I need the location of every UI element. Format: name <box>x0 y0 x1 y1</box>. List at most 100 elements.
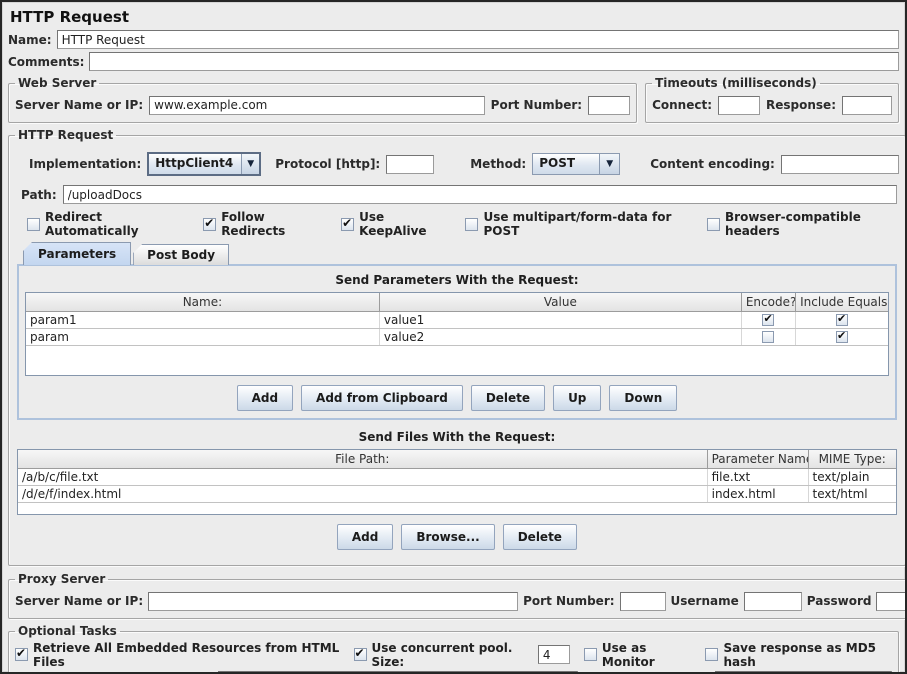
file-param-cell[interactable]: file.txt <box>707 468 808 485</box>
browse-button[interactable]: Browse... <box>401 524 494 550</box>
connect-timeout-input[interactable] <box>718 96 760 115</box>
parameters-tab-content: Send Parameters With the Request: Name: … <box>17 264 897 420</box>
checkbox-save-response-md5[interactable]: Save response as MD5 hash <box>705 641 892 669</box>
checkbox-use-keepalive[interactable]: Use KeepAlive <box>341 210 443 238</box>
col-header-name[interactable]: Name: <box>26 293 379 311</box>
proxy-username-input[interactable] <box>744 592 802 611</box>
checkbox-box[interactable] <box>707 218 720 231</box>
proxy-username-label: Username <box>671 594 739 608</box>
checkbox-box[interactable] <box>836 314 848 326</box>
checkbox-box[interactable] <box>15 648 28 661</box>
implementation-label: Implementation: <box>29 157 141 171</box>
checkbox-multipart-form-data[interactable]: Use multipart/form-data for POST <box>465 210 685 238</box>
method-select[interactable]: POST ▼ <box>532 153 620 175</box>
checkbox-box[interactable] <box>584 648 597 661</box>
checkbox-use-concurrent-pool[interactable]: Use concurrent pool. Size: <box>354 641 530 669</box>
chevron-down-icon[interactable]: ▼ <box>241 154 259 174</box>
checkbox-use-as-monitor[interactable]: Use as Monitor <box>584 641 692 669</box>
add-parameter-button[interactable]: Add <box>237 385 293 411</box>
col-header-file-path[interactable]: File Path: <box>18 450 707 468</box>
timeouts-group-title: Timeouts (milliseconds) <box>652 76 820 90</box>
chevron-down-icon[interactable]: ▼ <box>599 154 619 174</box>
col-header-mime-type[interactable]: MIME Type: <box>808 450 896 468</box>
proxy-port-input[interactable] <box>620 592 666 611</box>
proxy-server-group: Proxy Server Server Name or IP: Port Num… <box>8 572 907 619</box>
checkbox-box[interactable] <box>27 218 40 231</box>
optional-tasks-row1: Retrieve All Embedded Resources from HTM… <box>15 643 892 666</box>
comments-input[interactable] <box>89 52 899 71</box>
checkbox-box[interactable] <box>465 218 478 231</box>
col-header-encode[interactable]: Encode? <box>741 293 795 311</box>
up-button[interactable]: Up <box>553 385 601 411</box>
concurrent-pool-size-input[interactable] <box>538 645 570 664</box>
param-encode-cell[interactable] <box>741 311 795 328</box>
tab-post-body[interactable]: Post Body <box>133 244 229 265</box>
server-timeouts-row: Web Server Server Name or IP: Port Numbe… <box>8 76 899 123</box>
path-label: Path: <box>21 188 57 202</box>
checkbox-retrieve-embedded-resources[interactable]: Retrieve All Embedded Resources from HTM… <box>15 641 340 669</box>
checkbox-box[interactable] <box>705 648 718 661</box>
file-path-cell[interactable]: /a/b/c/file.txt <box>18 468 707 485</box>
col-header-include-equals[interactable]: Include Equals? <box>796 293 888 311</box>
checkbox-box[interactable] <box>836 331 848 343</box>
checkbox-follow-redirects[interactable]: Follow Redirects <box>203 210 319 238</box>
parameters-header-row: Name: Value Encode? Include Equals? <box>26 293 888 311</box>
checkbox-browser-compatible-headers[interactable]: Browser-compatible headers <box>707 210 897 238</box>
tab-strip: Parameters Post Body <box>17 242 897 264</box>
proxy-port-label: Port Number: <box>523 594 614 608</box>
connect-timeout-label: Connect: <box>652 98 712 112</box>
param-value-cell[interactable]: value1 <box>379 311 741 328</box>
param-name-cell[interactable]: param1 <box>26 311 379 328</box>
proxy-server-group-title: Proxy Server <box>15 572 108 586</box>
tab-parameters[interactable]: Parameters <box>23 242 131 265</box>
param-include-equals-cell[interactable] <box>796 328 888 345</box>
parameters-table-title: Send Parameters With the Request: <box>25 271 889 292</box>
file-mime-cell[interactable]: text/html <box>808 485 896 502</box>
param-value-cell[interactable]: value2 <box>379 328 741 345</box>
col-header-value[interactable]: Value <box>379 293 741 311</box>
param-encode-cell[interactable] <box>741 328 795 345</box>
down-button[interactable]: Down <box>609 385 677 411</box>
table-row[interactable]: param1 value1 <box>26 311 888 328</box>
body-tabpane: Parameters Post Body Send Parameters Wit… <box>17 242 897 420</box>
proxy-password-input[interactable] <box>876 592 907 611</box>
checkbox-box[interactable] <box>762 314 774 326</box>
delete-file-button[interactable]: Delete <box>503 524 577 550</box>
path-input[interactable] <box>63 185 897 204</box>
protocol-label: Protocol [http]: <box>275 157 380 171</box>
port-number-label: Port Number: <box>491 98 582 112</box>
delete-parameter-button[interactable]: Delete <box>471 385 545 411</box>
content-encoding-input[interactable] <box>781 155 899 174</box>
add-from-clipboard-button[interactable]: Add from Clipboard <box>301 385 463 411</box>
table-row[interactable]: param value2 <box>26 328 888 345</box>
web-server-group: Web Server Server Name or IP: Port Numbe… <box>8 76 637 123</box>
implementation-value: HttpClient4 <box>149 154 241 174</box>
checkbox-box[interactable] <box>354 648 367 661</box>
server-name-input[interactable] <box>149 96 485 115</box>
table-row[interactable]: /a/b/c/file.txt file.txt text/plain <box>18 468 896 485</box>
file-mime-cell[interactable]: text/plain <box>808 468 896 485</box>
table-row[interactable]: /d/e/f/index.html index.html text/html <box>18 485 896 502</box>
checkbox-box[interactable] <box>762 331 774 343</box>
protocol-input[interactable] <box>386 155 434 174</box>
name-input[interactable] <box>57 30 899 49</box>
checkbox-box[interactable] <box>203 218 216 231</box>
col-header-parameter-name[interactable]: Parameter Name: <box>707 450 808 468</box>
files-buttons: Add Browse... Delete <box>15 524 899 550</box>
name-row: Name: <box>8 30 899 49</box>
checkbox-box[interactable] <box>341 218 354 231</box>
timeouts-group: Timeouts (milliseconds) Connect: Respons… <box>645 76 899 123</box>
param-include-equals-cell[interactable] <box>796 311 888 328</box>
implementation-select[interactable]: HttpClient4 ▼ <box>147 152 261 176</box>
response-timeout-input[interactable] <box>842 96 892 115</box>
add-file-button[interactable]: Add <box>337 524 393 550</box>
port-number-input[interactable] <box>588 96 630 115</box>
proxy-server-input[interactable] <box>148 592 518 611</box>
method-label: Method: <box>470 157 526 171</box>
checkbox-redirect-automatically[interactable]: Redirect Automatically <box>27 210 181 238</box>
file-path-cell[interactable]: /d/e/f/index.html <box>18 485 707 502</box>
optional-tasks-row2: Embedded URLs must match: Source IP addr… <box>15 669 892 674</box>
param-name-cell[interactable]: param <box>26 328 379 345</box>
file-param-cell[interactable]: index.html <box>707 485 808 502</box>
optional-tasks-group: Optional Tasks Retrieve All Embedded Res… <box>8 624 899 674</box>
